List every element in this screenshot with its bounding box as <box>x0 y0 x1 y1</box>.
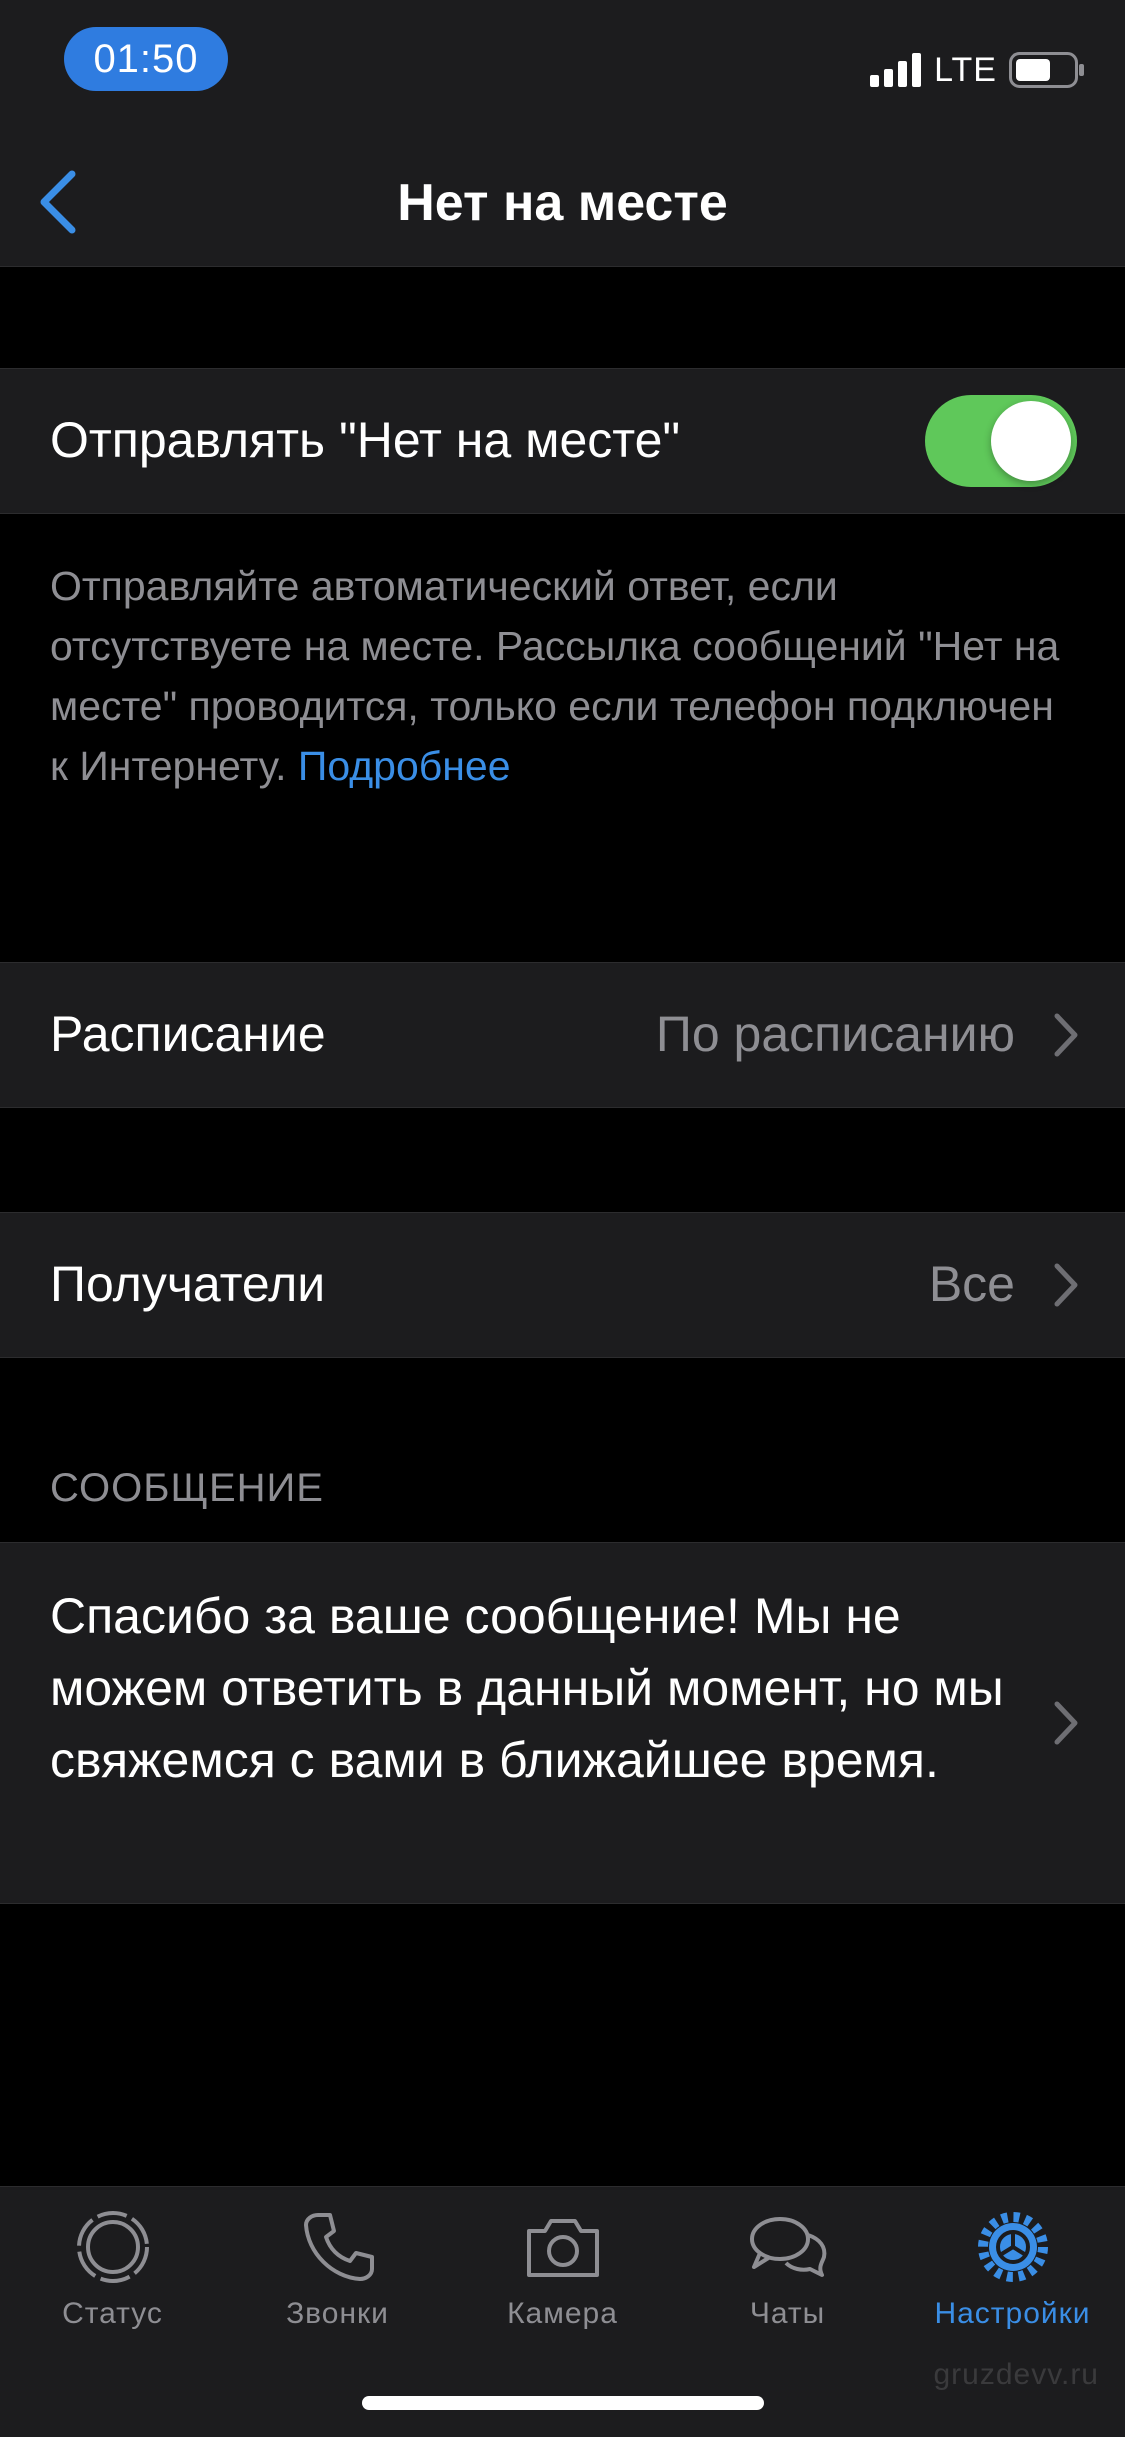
away-message-toggle-row[interactable]: Отправлять "Нет на месте" <box>0 368 1125 514</box>
recipients-label: Получатели <box>50 1256 326 1312</box>
toggle-knob <box>991 401 1071 481</box>
network-type-label: LTE <box>934 50 997 89</box>
learn-more-link[interactable]: Подробнее <box>298 743 511 789</box>
chats-icon <box>749 2217 826 2277</box>
tab-calls[interactable]: Звонки <box>225 2205 450 2345</box>
status-icon <box>76 2211 149 2283</box>
away-message-toggle[interactable] <box>925 395 1077 487</box>
schedule-row[interactable]: Расписание По расписанию <box>0 962 1125 1108</box>
navigation-bar: Нет на месте <box>0 140 1125 267</box>
phone-icon <box>303 2213 374 2281</box>
tab-chats[interactable]: Чаты <box>675 2205 900 2345</box>
chevron-right-icon <box>1054 1701 1078 1745</box>
schedule-label: Расписание <box>50 1006 326 1062</box>
away-message-toggle-label: Отправлять "Нет на месте" <box>50 412 681 468</box>
camera-icon <box>526 2219 599 2277</box>
tab-calls-label: Звонки <box>286 2297 389 2330</box>
status-time[interactable]: 01:50 <box>64 27 228 91</box>
tab-settings-label: Настройки <box>934 2297 1091 2330</box>
tab-camera[interactable]: Камера <box>450 2205 675 2345</box>
chevron-right-icon <box>1054 1013 1078 1057</box>
watermark: gruzdevv.ru <box>933 2358 1099 2391</box>
schedule-value: По расписанию <box>655 1006 1015 1062</box>
tab-chats-label: Чаты <box>749 2297 826 2330</box>
status-indicators: LTE <box>870 50 1085 90</box>
home-indicator[interactable] <box>362 2396 764 2410</box>
tab-status[interactable]: Статус <box>0 2205 225 2345</box>
recipients-row[interactable]: Получатели Все <box>0 1212 1125 1358</box>
chevron-right-icon <box>1054 1263 1078 1307</box>
cellular-signal-icon <box>870 53 922 87</box>
recipients-value: Все <box>928 1256 1015 1312</box>
settings-gear-icon <box>977 2212 1048 2282</box>
message-section-header: СООБЩЕНИЕ <box>50 1466 324 1510</box>
status-bar: 01:50 LTE <box>0 0 1125 140</box>
tab-settings[interactable]: Настройки <box>900 2205 1125 2345</box>
away-message-footnote: Отправляйте автоматический ответ, если о… <box>50 556 1080 796</box>
tab-camera-label: Камера <box>507 2297 618 2330</box>
footnote-text: Отправляйте автоматический ответ, если о… <box>50 563 1060 789</box>
away-message-text: Спасибо за ваше сообщение! Мы не можем о… <box>50 1588 1004 1788</box>
page-title: Нет на месте <box>397 174 728 232</box>
tab-status-label: Статус <box>62 2297 163 2330</box>
battery-icon <box>1009 52 1084 88</box>
